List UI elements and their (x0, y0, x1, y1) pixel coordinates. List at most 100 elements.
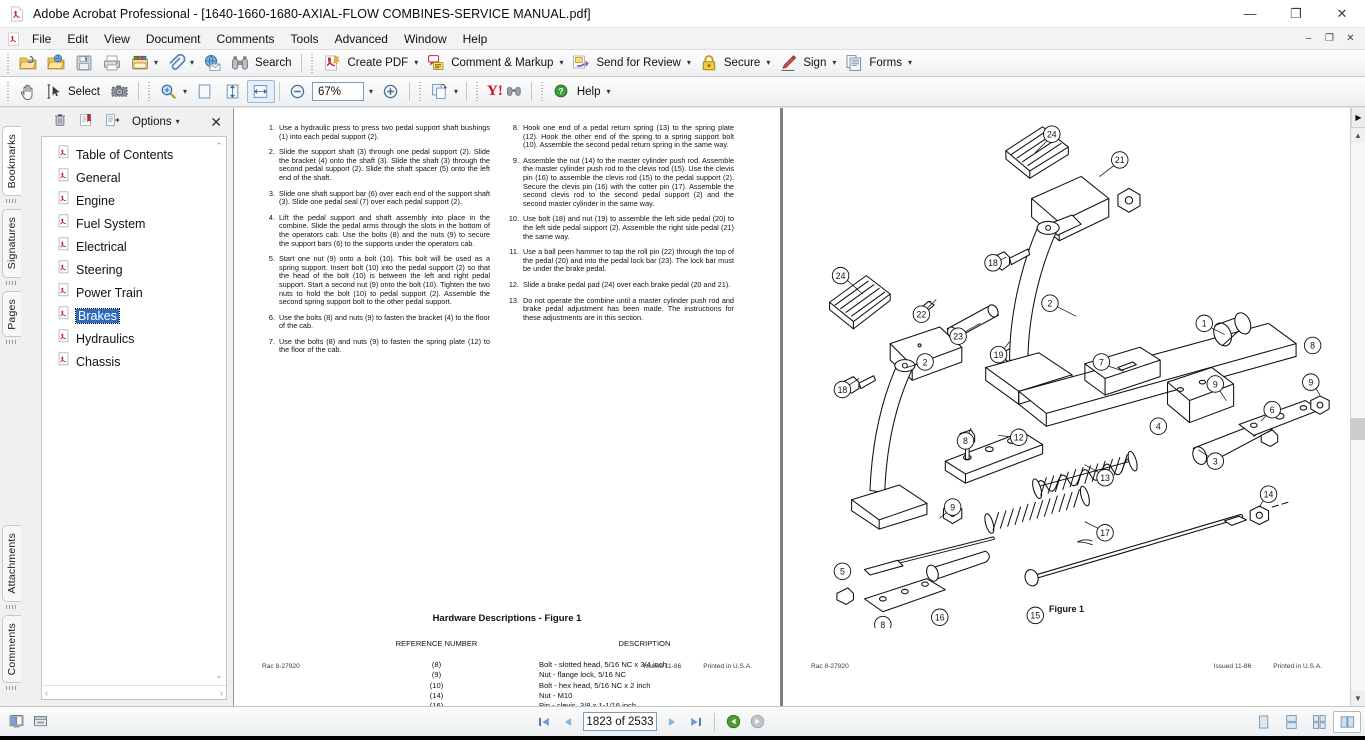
menu-item-window[interactable]: Window (396, 30, 455, 48)
fit-page-button[interactable] (219, 80, 247, 103)
search-button[interactable]: Search (226, 52, 297, 75)
yahoo-toolbar-button[interactable]: Y! (483, 80, 527, 103)
chevron-down-icon[interactable]: ▾ (413, 59, 418, 67)
save-button[interactable] (70, 52, 98, 75)
chevron-down-icon[interactable]: ▾ (907, 59, 912, 67)
chevron-down-icon[interactable]: ▾ (182, 87, 187, 96)
next-view-button[interactable] (745, 711, 769, 733)
previous-view-button[interactable] (721, 711, 745, 733)
zoom-in-tool-button[interactable]: ▾ (155, 80, 191, 103)
pdf-page-right[interactable]: 24 22 23 19 2 18 8 12 13 9 24 21 18 2 1 969 17 14 7 … (783, 108, 1350, 706)
single-page-layout-button[interactable] (1249, 711, 1277, 733)
scroll-right-arrow-icon[interactable]: › (220, 688, 223, 698)
toolbar-grip[interactable] (538, 82, 545, 101)
document-close-button[interactable]: ✕ (1340, 30, 1361, 48)
sidebar-tab-signatures[interactable]: Signatures (2, 209, 21, 278)
zoom-out-button[interactable] (284, 80, 312, 103)
expand-bookmark-button[interactable] (101, 111, 123, 133)
attach-file-button[interactable]: ▾ (162, 52, 198, 75)
chevron-down-icon[interactable]: ▾ (189, 59, 194, 67)
scroll-up-button[interactable]: ▲ (1351, 128, 1365, 143)
previous-page-button[interactable] (556, 711, 580, 733)
sidebar-tab-attachments[interactable]: Attachments (2, 525, 21, 602)
open-file-button[interactable] (14, 52, 42, 75)
close-bookmarks-panel-button[interactable]: ✕ (205, 114, 227, 131)
email-button[interactable] (198, 52, 226, 75)
show-toolbar-button[interactable] (28, 711, 52, 733)
delete-bookmark-button[interactable] (49, 111, 71, 133)
scroll-down-button[interactable]: ▼ (1351, 691, 1365, 706)
bookmark-item-engine[interactable]: Engine (42, 189, 226, 212)
forms-button[interactable]: Forms ▾ (840, 52, 916, 75)
bookmark-item-electrical[interactable]: Electrical (42, 235, 226, 258)
chevron-down-icon[interactable]: ▾ (153, 59, 158, 67)
toolbar-grip[interactable] (5, 53, 11, 73)
comment-markup-button[interactable]: Comment & Markup ▾ (422, 52, 567, 75)
sidebar-tab-comments[interactable]: Comments (2, 614, 21, 683)
snapshot-tool-button[interactable] (106, 80, 134, 103)
scroll-up-arrow-icon[interactable]: ⌃ (215, 137, 223, 152)
bookmark-item-steering[interactable]: Steering (42, 258, 226, 281)
help-button[interactable]: ? Help ▾ (548, 80, 615, 103)
pdf-page-left[interactable]: 1. Use a hydraulic press to press two pe… (234, 108, 780, 706)
toolbar-grip[interactable] (145, 82, 152, 101)
window-close-button[interactable]: ✕ (1319, 0, 1365, 28)
rotate-pages-button[interactable]: ▾ (426, 80, 462, 103)
next-page-button[interactable] (660, 711, 684, 733)
document-minimize-button[interactable]: – (1298, 30, 1319, 48)
first-page-button[interactable] (532, 711, 556, 733)
scroll-track[interactable] (1350, 143, 1365, 691)
facing-layout-button[interactable] (1305, 711, 1333, 733)
bookmark-item-power-train[interactable]: Power Train (42, 281, 226, 304)
toolbar-grip[interactable] (309, 53, 316, 73)
fit-width-button[interactable] (246, 80, 275, 103)
show-navigation-pane-button[interactable] (4, 711, 28, 733)
send-for-review-button[interactable]: Send for Review ▾ (567, 52, 694, 75)
bookmarks-vertical-scrollbar[interactable]: ⌃ ⌄ (212, 137, 226, 685)
actual-size-button[interactable] (191, 80, 219, 103)
zoom-dropdown-button[interactable]: ▾ (364, 82, 377, 101)
menu-item-file[interactable]: File (24, 30, 59, 48)
menu-item-tools[interactable]: Tools (283, 30, 327, 48)
menu-item-view[interactable]: View (96, 30, 138, 48)
menu-item-comments[interactable]: Comments (209, 30, 283, 48)
select-tool-button[interactable]: Select (42, 80, 106, 103)
bookmark-item-hydraulics[interactable]: Hydraulics (42, 327, 226, 350)
continuous-layout-button[interactable] (1277, 711, 1305, 733)
window-maximize-button[interactable]: ❐ (1273, 0, 1319, 28)
page-number-input[interactable]: 1823 of 2533 (583, 712, 657, 731)
create-pdf-button[interactable]: Create PDF ▾ (318, 52, 422, 75)
chevron-down-icon[interactable]: ▾ (686, 59, 691, 67)
zoom-level-input[interactable]: 67% (311, 82, 364, 101)
open-web-pdf-button[interactable] (42, 52, 70, 75)
chevron-down-icon[interactable]: ▾ (765, 59, 770, 67)
scroll-thumb[interactable] (1350, 418, 1365, 440)
sidebar-tab-pages[interactable]: Pages (2, 290, 21, 338)
new-bookmark-button[interactable] (75, 111, 97, 133)
chevron-down-icon[interactable]: ▾ (831, 59, 836, 67)
menu-item-document[interactable]: Document (138, 30, 209, 48)
scroll-down-arrow-icon[interactable]: ⌄ (215, 670, 223, 685)
zoom-in-button[interactable] (377, 80, 405, 103)
document-restore-button[interactable]: ❐ (1319, 30, 1340, 48)
last-page-button[interactable] (684, 711, 708, 733)
bookmarks-options-button[interactable]: Options ▾ (127, 113, 185, 131)
bookmarks-horizontal-scrollbar[interactable]: ‹ › (42, 685, 226, 699)
menu-item-help[interactable]: Help (455, 30, 496, 48)
bookmark-item-general[interactable]: General (42, 166, 226, 189)
scroll-left-arrow-icon[interactable]: ‹ (45, 688, 48, 698)
bookmark-item-table-of-contents[interactable]: Table of Contents (42, 143, 226, 166)
bookmark-item-brakes[interactable]: Brakes (42, 304, 226, 327)
viewer-vertical-scrollbar[interactable]: ▶ ▲ ▼ (1350, 108, 1365, 706)
toolbar-grip[interactable] (474, 82, 480, 101)
menu-item-advanced[interactable]: Advanced (327, 30, 396, 48)
bookmark-item-chassis[interactable]: Chassis (42, 350, 226, 373)
chevron-down-icon[interactable]: ▾ (558, 59, 563, 67)
secure-button[interactable]: Secure ▾ (695, 52, 774, 75)
bookmark-item-fuel-system[interactable]: Fuel System (42, 212, 226, 235)
sidebar-tab-bookmarks[interactable]: Bookmarks (2, 126, 21, 197)
document-viewer[interactable]: 1. Use a hydraulic press to press two pe… (233, 108, 1365, 706)
menu-item-edit[interactable]: Edit (59, 30, 96, 48)
window-minimize-button[interactable]: — (1227, 0, 1273, 28)
toolbar-grip[interactable] (416, 82, 423, 101)
